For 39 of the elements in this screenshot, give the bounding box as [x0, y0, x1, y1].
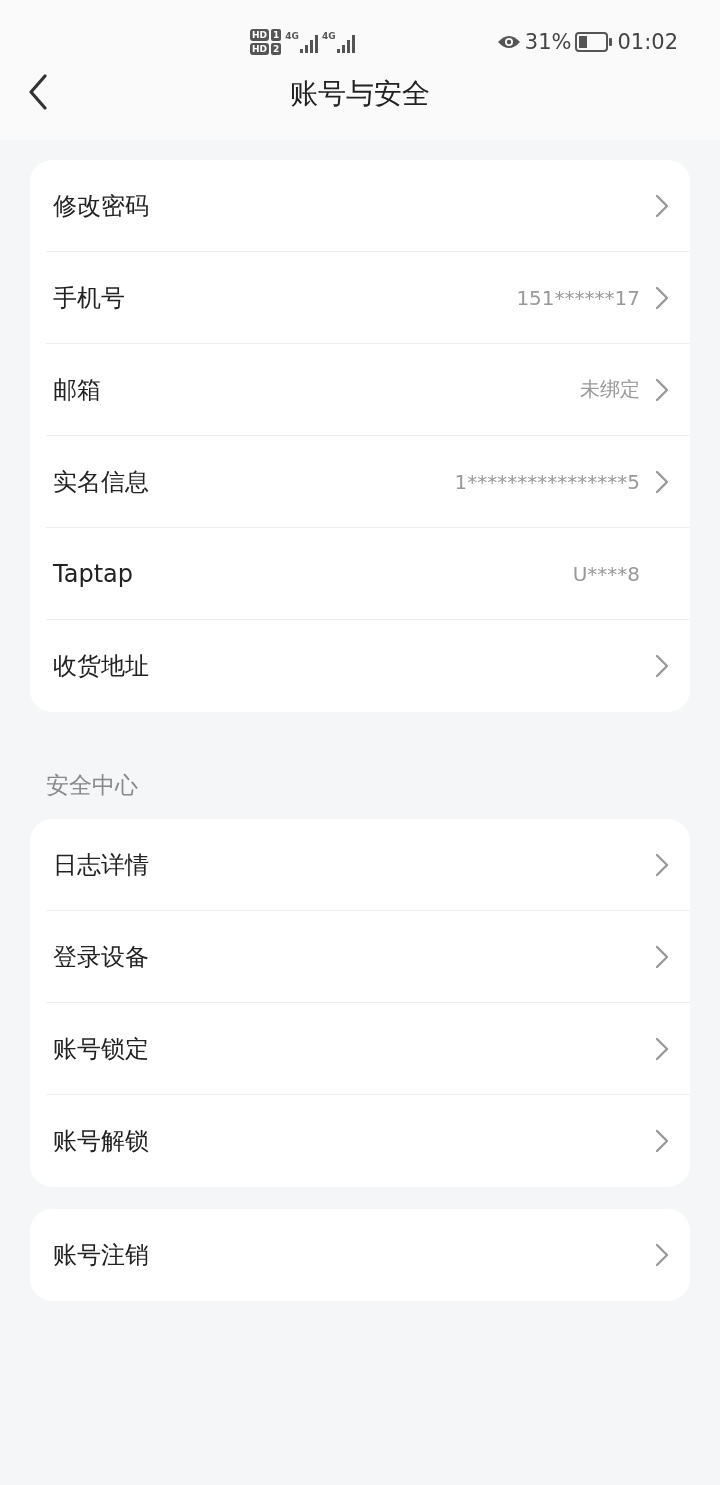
- setting-label[interactable]: 账号锁定: [46, 1032, 654, 1065]
- setting-label[interactable]: 日志详情: [46, 848, 654, 881]
- setting-value: U****8: [572, 561, 640, 586]
- chevron-icon: [655, 944, 669, 969]
- chevron-icon: [655, 377, 669, 402]
- chevron-icon: [655, 193, 669, 218]
- chevron-icon: [655, 852, 669, 877]
- chevron-icon: [655, 469, 669, 494]
- battery-percent: 31%: [524, 30, 572, 54]
- setting-label[interactable]: 手机号: [46, 281, 517, 314]
- setting-value: 1****************5: [454, 469, 640, 494]
- setting-label[interactable]: 邮箱: [46, 373, 580, 406]
- setting-label[interactable]: 账号解锁: [46, 1125, 654, 1157]
- setting-value: 未绑定: [580, 376, 640, 403]
- signal-icon: [299, 35, 318, 53]
- chevron-icon: [655, 1036, 669, 1061]
- setting-value: 151******17: [516, 285, 640, 310]
- setting-label[interactable]: 收货地址: [46, 650, 654, 682]
- setting-label[interactable]: 账号注销: [46, 1239, 654, 1271]
- chevron-icon: [655, 1243, 669, 1267]
- network-type: 4G: [321, 31, 336, 41]
- chevron-icon: [655, 285, 669, 310]
- battery-icon: [575, 32, 614, 52]
- hd-badge: HD: [250, 43, 269, 55]
- eye-icon: [496, 34, 521, 50]
- signal-icon: [336, 35, 355, 53]
- setting-label[interactable]: 修改密码: [46, 189, 654, 222]
- clock: 01:02: [617, 30, 678, 54]
- page-title: 账号与安全: [290, 76, 430, 112]
- section-title: 安全中心: [45, 771, 139, 800]
- setting-label[interactable]: 实名信息: [46, 465, 455, 498]
- setting-label[interactable]: Taptap: [46, 559, 573, 588]
- chevron-icon: [655, 1129, 669, 1153]
- sim-slot: 2: [271, 43, 282, 55]
- network-type: 4G: [285, 31, 299, 41]
- hd-badge: HD: [250, 29, 269, 41]
- sim-slot: 1: [271, 29, 282, 41]
- chevron-icon: [655, 654, 669, 678]
- setting-label[interactable]: 登录设备: [46, 940, 654, 973]
